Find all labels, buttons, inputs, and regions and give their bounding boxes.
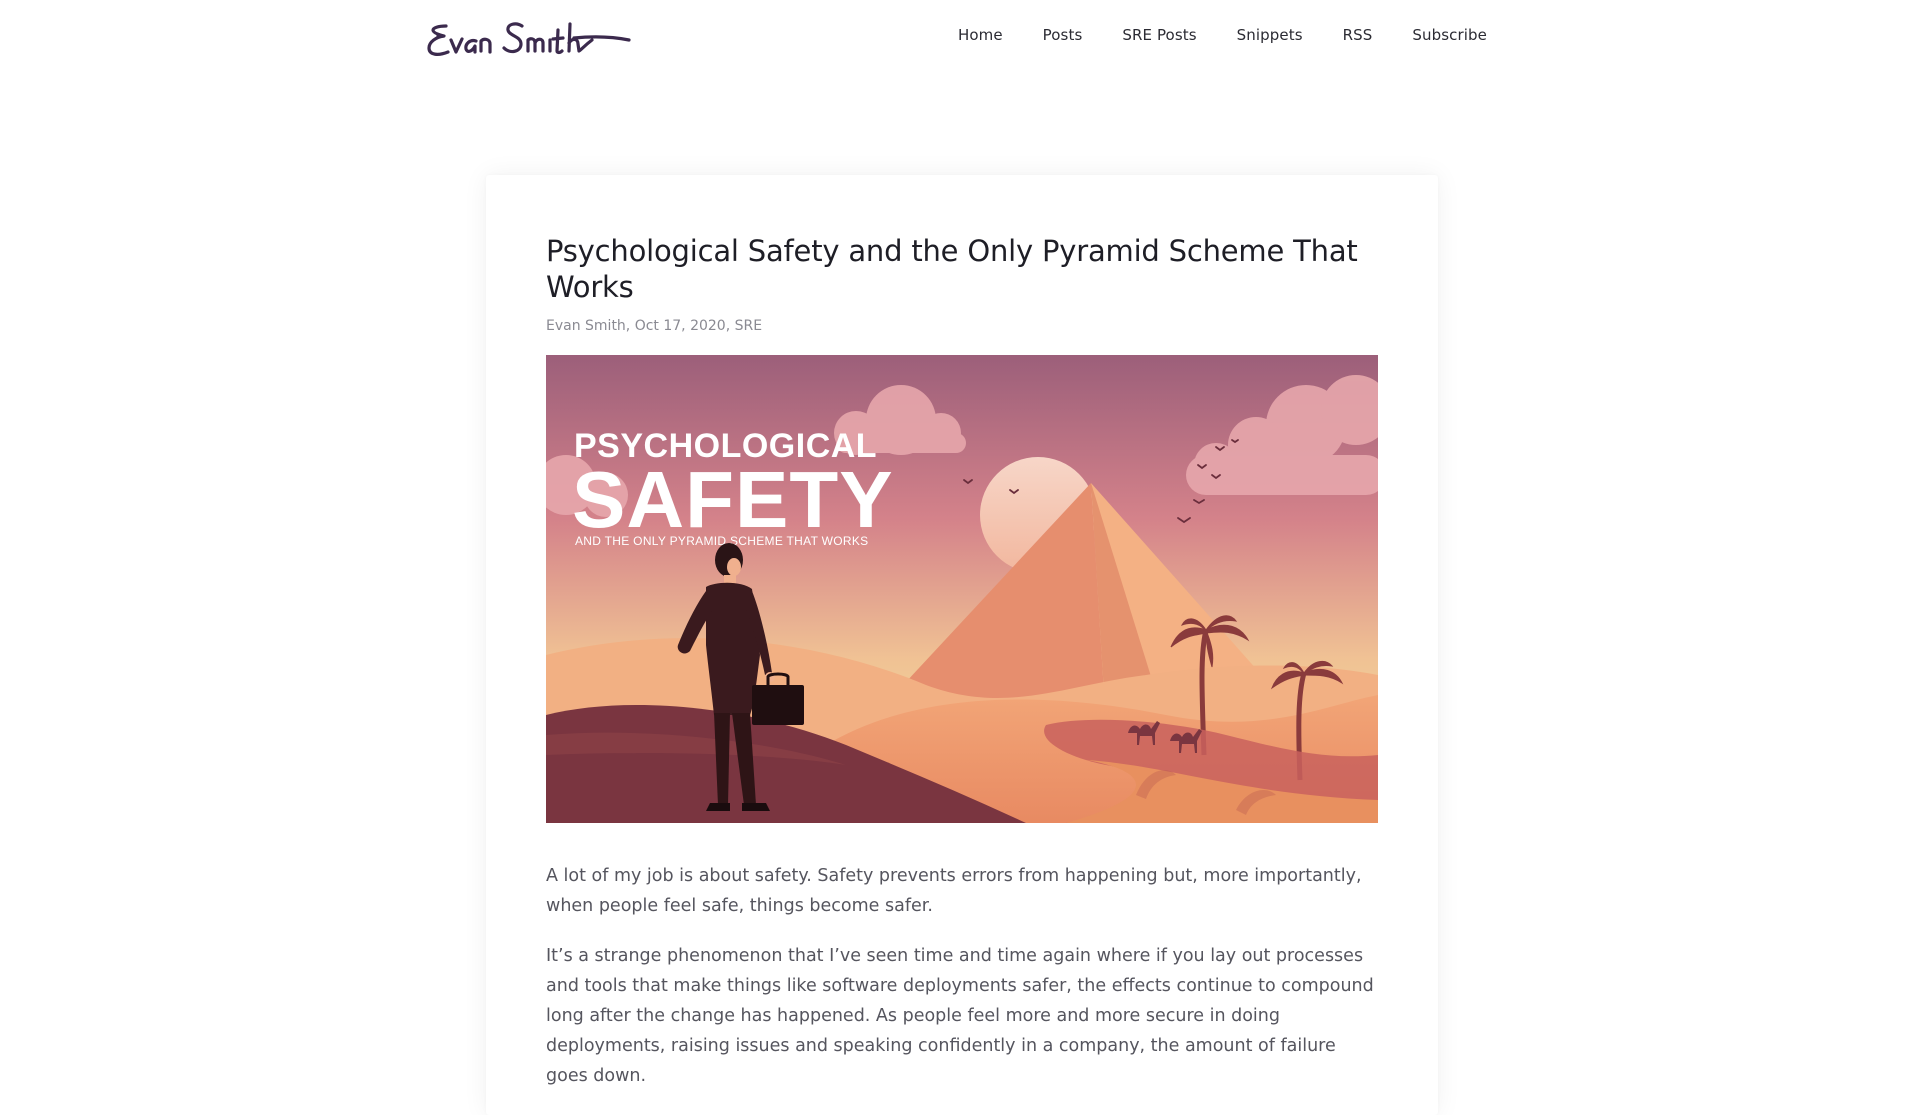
post-paragraph-1: A lot of my job is about safety. Safety … xyxy=(546,866,1362,916)
nav-rss-link[interactable]: RSS xyxy=(1343,26,1373,44)
hero-image: PSYCHOLOGICAL SAFETY AND THE ONLY PYRAMI… xyxy=(546,355,1378,823)
post-meta: Evan Smith, Oct 17, 2020, SRE xyxy=(546,318,763,334)
nav-sre-posts-link[interactable]: SRE Posts xyxy=(1122,26,1196,44)
nav-home-link[interactable]: Home xyxy=(958,26,1003,44)
site-header: Home Posts SRE Posts Snippets RSS Subscr… xyxy=(0,0,1920,80)
nav-subscribe-link[interactable]: Subscribe xyxy=(1412,26,1487,44)
post-title: Psychological Safety and the Only Pyrami… xyxy=(546,234,1358,304)
main-nav: Home Posts SRE Posts Snippets RSS Subscr… xyxy=(918,26,1487,44)
post-body: A lot of my job is about safety. Safety … xyxy=(546,861,1378,1111)
hero-line-2: SAFETY xyxy=(572,455,894,544)
post-paragraph-2: It’s a strange phenomenon that I’ve seen… xyxy=(546,946,1374,1086)
nav-snippets-link[interactable]: Snippets xyxy=(1237,26,1303,44)
site-logo[interactable] xyxy=(424,14,634,66)
nav-posts-link[interactable]: Posts xyxy=(1043,26,1083,44)
hero-headline: PSYCHOLOGICAL SAFETY AND THE ONLY PYRAMI… xyxy=(572,427,894,548)
post-card: Psychological Safety and the Only Pyrami… xyxy=(486,175,1438,1115)
